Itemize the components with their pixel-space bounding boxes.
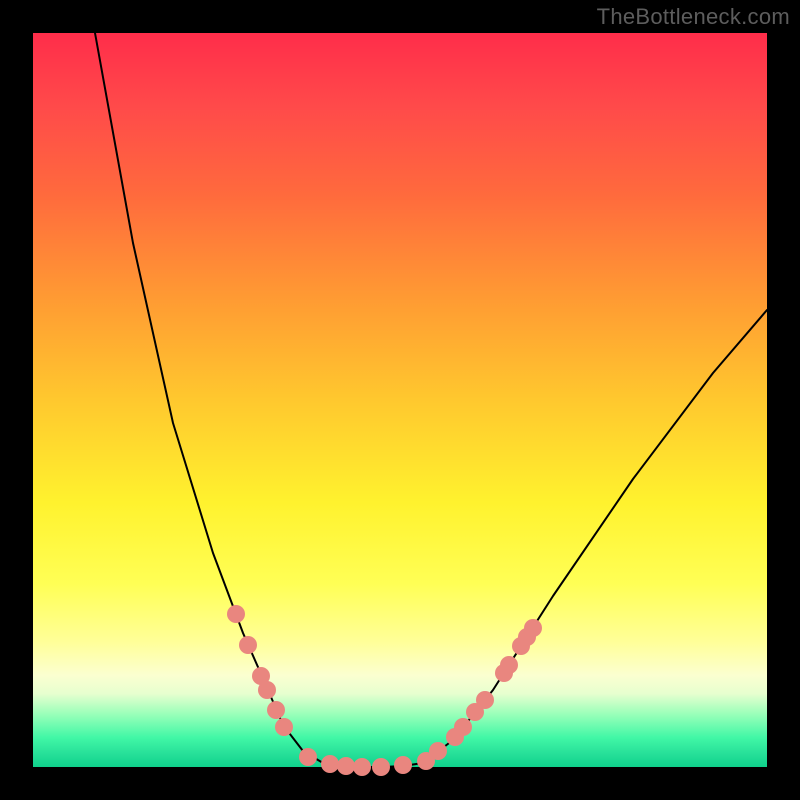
marker-dot xyxy=(372,758,390,776)
marker-dot xyxy=(337,757,355,775)
curve-line xyxy=(95,33,767,767)
marker-dot xyxy=(275,718,293,736)
marker-dot xyxy=(321,755,339,773)
marker-dot xyxy=(394,756,412,774)
curve-svg xyxy=(33,33,767,767)
marker-dot xyxy=(239,636,257,654)
marker-dot xyxy=(454,718,472,736)
marker-dot xyxy=(500,656,518,674)
marker-dot xyxy=(476,691,494,709)
marker-dot xyxy=(429,742,447,760)
marker-dot xyxy=(227,605,245,623)
marker-dot xyxy=(524,619,542,637)
marker-dot xyxy=(353,758,371,776)
marker-dot xyxy=(267,701,285,719)
plot-area xyxy=(33,33,767,767)
marker-group xyxy=(227,605,542,776)
marker-dot xyxy=(258,681,276,699)
bottleneck-curve xyxy=(95,33,767,767)
marker-dot xyxy=(299,748,317,766)
watermark-text: TheBottleneck.com xyxy=(597,4,790,30)
chart-frame: TheBottleneck.com xyxy=(0,0,800,800)
